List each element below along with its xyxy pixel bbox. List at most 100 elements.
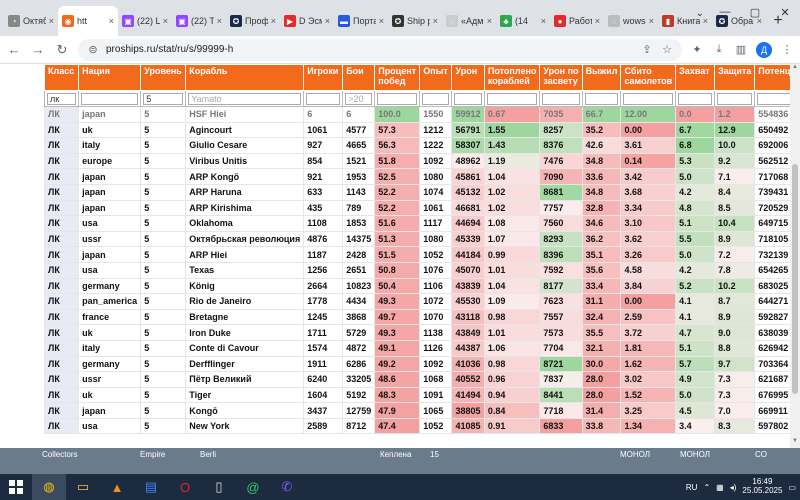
table-row[interactable]: ЛК italy 5 Giulio Cesare 927 4665 56.3 1222 5830… bbox=[43, 137, 800, 154]
table-row[interactable]: ЛК ussr 5 Пётр Великий 6240 33205 48.6 1068 4055… bbox=[43, 371, 800, 388]
site-info-icon[interactable]: ⊜ bbox=[86, 43, 100, 56]
filter-input[interactable]: Yamato bbox=[188, 92, 302, 105]
browser-tab[interactable]: ◌ wows × bbox=[604, 6, 658, 36]
tab-close-icon[interactable]: × bbox=[379, 16, 384, 26]
files-taskbar-icon[interactable]: ▤ bbox=[134, 474, 168, 500]
extensions-icon[interactable]: ✦ bbox=[690, 43, 704, 56]
filter-input[interactable] bbox=[81, 92, 139, 105]
column-header[interactable]: Защита bbox=[714, 64, 756, 91]
tab-close-icon[interactable]: × bbox=[595, 16, 600, 26]
reload-icon[interactable]: ↻ bbox=[54, 42, 70, 58]
column-header[interactable]: Нация bbox=[78, 64, 142, 91]
profile-avatar[interactable]: Д bbox=[756, 41, 772, 58]
scrollbar-thumb[interactable] bbox=[792, 164, 798, 394]
minimize-button[interactable]: — bbox=[710, 0, 740, 24]
column-header[interactable]: Потоплено кораблей bbox=[483, 64, 541, 91]
column-header[interactable]: Захват bbox=[675, 64, 716, 91]
browser-tab[interactable]: ● Работ × bbox=[550, 6, 604, 36]
filter-input[interactable] bbox=[422, 92, 450, 105]
column-header[interactable]: Процент побед bbox=[374, 64, 421, 91]
scroll-up-icon[interactable]: ▲ bbox=[790, 64, 800, 74]
table-row[interactable]: ЛК uk 5 Tiger 1604 5192 48.3 1091 41494 0.94 8441 2… bbox=[43, 386, 800, 404]
table-row[interactable]: ЛК germany 5 Derfflinger 1911 6286 49.2 1092 410… bbox=[43, 355, 800, 373]
table-row[interactable]: ЛК uk 5 Agincourt 1061 4577 57.3 1212 56791 1.55 8… bbox=[43, 121, 800, 139]
volume-icon[interactable]: ◂) bbox=[730, 483, 737, 492]
browser-tab[interactable]: ▶D Эсм× bbox=[280, 6, 334, 36]
tab-close-icon[interactable]: × bbox=[325, 16, 330, 26]
filter-input[interactable] bbox=[486, 92, 538, 105]
page-scrollbar[interactable]: ▲ ▼ bbox=[790, 64, 800, 448]
back-icon[interactable]: ← bbox=[6, 42, 22, 57]
tab-close-icon[interactable]: × bbox=[487, 16, 492, 26]
column-header[interactable]: Игроки bbox=[303, 64, 344, 91]
table-row[interactable]: ЛК japan 5 ARP Haruna 633 1143 52.2 1074 45132 1.… bbox=[43, 183, 800, 201]
browser-tab[interactable]: ◉ htt × bbox=[58, 6, 118, 36]
tab-close-icon[interactable]: × bbox=[217, 16, 222, 26]
table-row[interactable]: ЛК japan 5 ARP Kongō 921 1953 52.5 1080 45861 1.0… bbox=[43, 168, 800, 185]
viber-taskbar-icon[interactable]: ✆ bbox=[270, 474, 304, 500]
table-row[interactable]: ЛК uk 5 Iron Duke 1711 5729 49.3 1138 43849 1.01 7… bbox=[43, 324, 800, 341]
tab-close-icon[interactable]: × bbox=[109, 16, 114, 26]
desktop-icon-label[interactable]: 15 bbox=[430, 450, 439, 459]
filter-input[interactable] bbox=[623, 92, 674, 105]
table-row[interactable]: ЛК japan 5 Kongō 3437 12759 47.9 1065 38805 0.84 7… bbox=[43, 402, 800, 419]
notifications-icon[interactable]: ▭ bbox=[788, 483, 796, 492]
browser-tab[interactable]: ▣(22) Li× bbox=[118, 6, 172, 36]
desktop-icon-label[interactable]: Collectors bbox=[42, 450, 78, 459]
tab-close-icon[interactable]: × bbox=[271, 16, 276, 26]
browser-tab[interactable]: ▬Порта× bbox=[334, 6, 388, 36]
filter-input[interactable] bbox=[542, 92, 580, 105]
table-row[interactable]: ЛК usa 5 Texas 1256 2651 50.8 1076 45070 1.01 7592… bbox=[43, 261, 800, 279]
browser-tab[interactable]: ▣ (22) T × bbox=[172, 6, 226, 36]
tray-chevron-icon[interactable]: ⌃ bbox=[703, 483, 710, 492]
table-row[interactable]: ЛК germany 5 König 2664 10823 50.4 1106 43839 1.0… bbox=[43, 277, 800, 295]
filter-input[interactable] bbox=[306, 92, 341, 105]
notepad-taskbar-icon[interactable]: ▯ bbox=[202, 474, 236, 500]
table-row[interactable]: ЛК france 5 Bretagne 1245 3868 49.7 1070 43118 0.… bbox=[43, 308, 800, 326]
chrome-taskbar-icon[interactable]: ◍ bbox=[32, 474, 66, 500]
scroll-down-icon[interactable]: ▼ bbox=[790, 438, 800, 448]
url-text[interactable]: proships.ru/stat/ru/s/99999-h bbox=[106, 44, 634, 55]
language-indicator[interactable]: RU bbox=[686, 483, 698, 492]
desktop-icon-label[interactable]: МОНОЛ bbox=[680, 450, 710, 459]
desktop-icon-label[interactable]: CO bbox=[755, 450, 767, 459]
filter-input[interactable]: >20 bbox=[345, 92, 373, 105]
network-icon[interactable]: ▦ bbox=[716, 483, 724, 492]
opera-taskbar-icon[interactable]: O bbox=[168, 474, 202, 500]
column-header[interactable]: Урон bbox=[451, 64, 485, 91]
desktop-icon-label[interactable]: Кеплена bbox=[380, 450, 411, 459]
email-taskbar-icon[interactable]: @ bbox=[236, 474, 270, 500]
browser-tab[interactable]: ✪Ship p× bbox=[388, 6, 442, 36]
table-row[interactable]: ЛК japan 5 ARP Kirishima 435 789 52.2 1061 46681… bbox=[43, 199, 800, 217]
downloads-icon[interactable]: ⤓ bbox=[712, 43, 726, 56]
bookmark-star-icon[interactable]: ☆ bbox=[660, 43, 674, 56]
column-header[interactable]: Класс bbox=[43, 64, 80, 91]
forward-icon[interactable]: → bbox=[30, 42, 46, 57]
tab-close-icon[interactable]: × bbox=[49, 16, 54, 26]
tab-close-icon[interactable]: × bbox=[433, 16, 438, 26]
share-icon[interactable]: ⇪ bbox=[640, 43, 654, 56]
table-row[interactable]: ЛК japan 5 ARP Hiei 1187 2428 51.5 1052 44184 0.9… bbox=[43, 246, 800, 263]
desktop-icon-label[interactable]: МОНОЛ bbox=[620, 450, 650, 459]
address-bar[interactable]: ⊜ proships.ru/stat/ru/s/99999-h ⇪ ☆ bbox=[78, 38, 682, 61]
table-row[interactable]: ЛК pan_america 5 Rio de Janeiro 1778 4434 49.3… bbox=[43, 293, 800, 310]
menu-kebab-icon[interactable]: ⋮ bbox=[780, 43, 794, 56]
tab-close-icon[interactable]: × bbox=[541, 16, 546, 26]
column-header[interactable]: Бои bbox=[342, 64, 376, 91]
column-header[interactable]: Уровень bbox=[140, 64, 187, 91]
table-row[interactable]: ЛК ussr 5 Октябрьская революция 4876 14375 51.… bbox=[43, 230, 800, 248]
filter-input[interactable] bbox=[678, 92, 713, 105]
tab-close-icon[interactable]: × bbox=[649, 16, 654, 26]
close-window-button[interactable]: ✕ bbox=[770, 0, 800, 24]
column-header[interactable]: Урон по засвету bbox=[539, 64, 583, 91]
browser-tab[interactable]: ✪Профі× bbox=[226, 6, 280, 36]
filter-input[interactable]: 5 bbox=[143, 92, 184, 105]
table-row[interactable]: ЛК japan 5 HSF Hiei 6 6 100.0 1550 59912 0.67 7035… bbox=[43, 106, 800, 123]
browser-tab[interactable]: ◌ «Адм × bbox=[442, 6, 496, 36]
filter-input[interactable] bbox=[377, 92, 418, 105]
clock[interactable]: 16:49 25.05.2025 bbox=[742, 477, 782, 496]
maximize-button[interactable]: ▢ bbox=[740, 0, 770, 24]
column-header[interactable]: Выжил bbox=[581, 64, 622, 91]
desktop-icon-label[interactable]: Berli bbox=[200, 450, 216, 459]
desktop-icon-label[interactable]: Empire bbox=[140, 450, 165, 459]
